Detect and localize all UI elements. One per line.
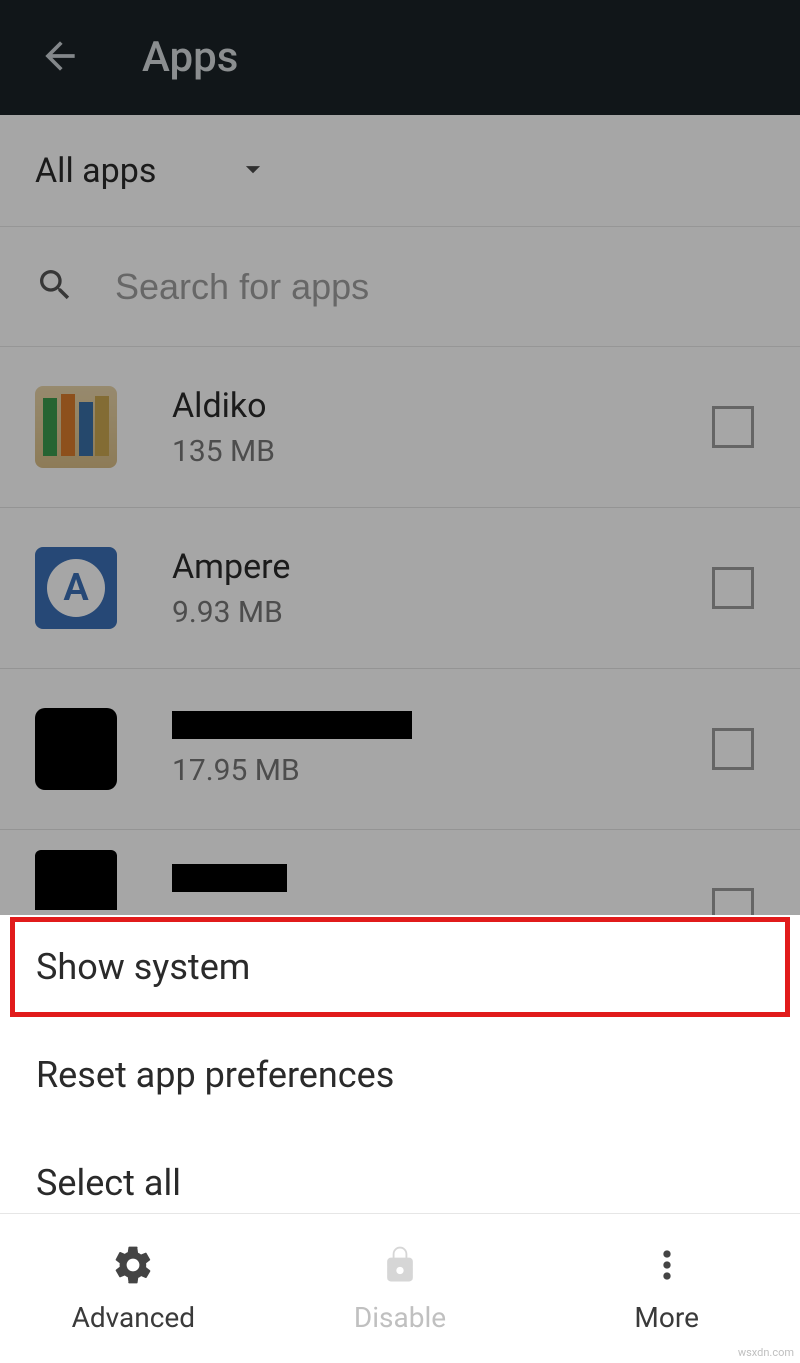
more-button[interactable]: More xyxy=(533,1214,800,1363)
app-icon xyxy=(35,708,117,790)
app-list-item[interactable]: A Ampere 9.93 MB xyxy=(0,508,800,669)
app-list-item[interactable]: 17.95 MB xyxy=(0,669,800,830)
watermark: wsxdn.com xyxy=(738,1346,794,1359)
app-meta xyxy=(172,864,765,896)
app-list: Aldiko 135 MB A Ampere 9.93 MB 17.95 MB xyxy=(0,347,800,930)
advanced-button[interactable]: Advanced xyxy=(0,1214,267,1363)
app-name: Aldiko xyxy=(172,386,765,426)
app-icon xyxy=(35,386,117,468)
bottom-label: Disable xyxy=(354,1301,446,1334)
search-icon xyxy=(35,265,75,309)
app-list-item[interactable]: Aldiko 135 MB xyxy=(0,347,800,508)
menu-item-reset-preferences[interactable]: Reset app preferences xyxy=(0,1021,800,1129)
filter-label: All apps xyxy=(35,151,156,191)
lock-icon xyxy=(378,1243,422,1291)
back-icon[interactable] xyxy=(38,34,82,82)
app-checkbox[interactable] xyxy=(712,567,754,609)
app-size: 17.95 MB xyxy=(172,753,765,788)
overflow-menu: Show system Reset app preferences Select… xyxy=(0,915,800,1213)
app-meta: Aldiko 135 MB xyxy=(172,386,765,469)
app-icon: A xyxy=(35,547,117,629)
gear-icon xyxy=(111,1243,155,1291)
app-checkbox[interactable] xyxy=(712,728,754,770)
app-name-redacted xyxy=(172,864,287,892)
app-meta: Ampere 9.93 MB xyxy=(172,547,765,630)
bottom-label: More xyxy=(634,1301,699,1334)
app-name-redacted xyxy=(172,711,412,739)
more-vert-icon xyxy=(645,1243,689,1291)
app-meta: 17.95 MB xyxy=(172,711,765,788)
search-input[interactable] xyxy=(115,266,615,308)
disable-button: Disable xyxy=(267,1214,534,1363)
app-name: Ampere xyxy=(172,547,765,587)
app-size: 135 MB xyxy=(172,434,765,469)
app-bar: Apps xyxy=(0,0,800,115)
app-checkbox[interactable] xyxy=(712,406,754,448)
page-title: Apps xyxy=(142,33,238,82)
app-icon xyxy=(35,850,117,910)
chevron-down-icon xyxy=(236,152,270,190)
menu-item-show-system[interactable]: Show system xyxy=(12,919,788,1015)
filter-dropdown[interactable]: All apps xyxy=(0,115,800,227)
search-row[interactable] xyxy=(0,227,800,347)
bottom-bar: Advanced Disable More xyxy=(0,1213,800,1363)
bottom-label: Advanced xyxy=(72,1301,195,1334)
app-size: 9.93 MB xyxy=(172,595,765,630)
